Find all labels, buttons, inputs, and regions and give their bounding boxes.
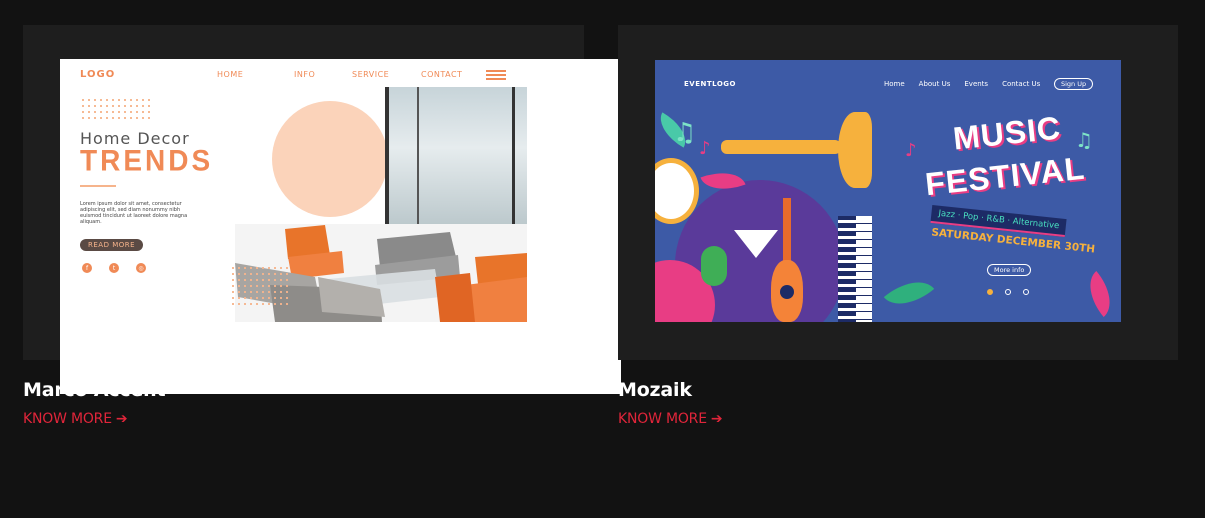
preview-title-line2: FESTIVAL — [923, 149, 1087, 203]
preview-music-festival: EVENTLOGO Home About Us Events Contact U… — [655, 60, 1121, 322]
music-note-icon: ♪ — [905, 140, 917, 161]
preview-more-info-button: More info — [987, 264, 1032, 276]
carousel-dot-active — [987, 289, 993, 295]
card-image-frame[interactable]: LOGO HOME INFO SERVICE CONTACT Home Deco… — [23, 25, 621, 394]
preview-nav: HOME INFO SERVICE CONTACT — [217, 70, 481, 79]
piano-illustration — [838, 216, 872, 322]
preview-logo: LOGO — [80, 69, 116, 80]
preview-signup-button: Sign Up — [1054, 78, 1094, 90]
preview-read-more-button: READ MORE — [80, 239, 144, 251]
preview-nav-service: SERVICE — [352, 70, 390, 79]
carousel-dot — [1023, 289, 1029, 295]
carousel-dots — [987, 289, 1029, 295]
dot-pattern-lower — [230, 265, 292, 307]
know-more-label: KNOW MORE — [23, 411, 112, 427]
preview-heading-line2: TRENDS — [80, 144, 214, 177]
card-title: Marco Accent — [23, 379, 166, 401]
twitter-icon: t — [109, 263, 119, 273]
dot-pattern — [80, 97, 150, 121]
preview-nav-home: HOME — [217, 70, 244, 79]
arrow-right-icon: ➔ — [115, 411, 128, 427]
card-image-frame[interactable]: EVENTLOGO Home About Us Events Contact U… — [618, 25, 1178, 360]
cocktail-glass-illustration — [734, 230, 778, 258]
facebook-icon: f — [82, 263, 92, 273]
preview-nav-contact: Contact Us — [1002, 80, 1041, 88]
music-note-icon: ♪ — [699, 138, 711, 159]
trumpet-illustration — [721, 140, 841, 154]
card-title: Mozaik — [618, 379, 692, 401]
preview-home-decor: LOGO HOME INFO SERVICE CONTACT Home Deco… — [60, 59, 621, 394]
hamburger-icon — [486, 70, 506, 82]
music-note-icon: ♫ — [1075, 128, 1093, 152]
microphone-illustration — [701, 246, 727, 286]
portfolio-card-marco-accent: LOGO HOME INFO SERVICE CONTACT Home Deco… — [23, 25, 621, 427]
trumpet-bell — [838, 112, 872, 188]
preview-logo: EVENTLOGO — [684, 80, 736, 88]
know-more-link[interactable]: KNOW MORE ➔ — [618, 411, 723, 427]
preview-nav-contact: CONTACT — [421, 70, 463, 79]
know-more-label: KNOW MORE — [618, 411, 707, 427]
preview-social-icons: f t ◎ — [82, 263, 146, 273]
know-more-link[interactable]: KNOW MORE ➔ — [23, 411, 128, 427]
heading-underline — [80, 185, 116, 187]
carousel-dot — [1005, 289, 1011, 295]
preview-nav-about: About Us — [918, 80, 951, 88]
portfolio-card-mozaik: EVENTLOGO Home About Us Events Contact U… — [618, 25, 1178, 427]
leaf-decoration — [1077, 270, 1121, 318]
preview-title-line1: MUSIC — [951, 109, 1063, 157]
music-note-icon: ♫ — [673, 118, 697, 148]
guitar-sound-hole — [780, 285, 794, 299]
preview-nav-home: Home — [884, 80, 905, 88]
guitar-neck — [783, 198, 791, 268]
preview-nav-events: Events — [964, 80, 989, 88]
preview-nav: Home About Us Events Contact Us — [884, 80, 1040, 88]
preview-body-text: Lorem ipsum dolor sit amet, consectetur … — [80, 201, 188, 225]
instagram-icon: ◎ — [136, 263, 146, 273]
arrow-right-icon: ➔ — [710, 411, 723, 427]
preview-nav-info: INFO — [294, 70, 316, 79]
leaf-decoration — [883, 268, 935, 318]
